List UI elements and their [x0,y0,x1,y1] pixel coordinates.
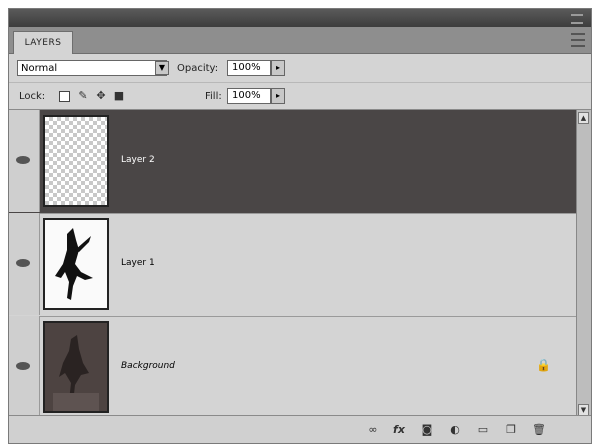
new-group-icon[interactable]: ▭ [475,422,491,438]
dancer-photo-icon [45,323,107,411]
layer-thumbnail-transparent[interactable] [43,115,109,207]
tab-layers[interactable]: LAYERS [13,31,73,54]
lock-image-pixels-icon[interactable]: ✎ [77,90,89,102]
lock-badge-icon: 🔒 [536,358,551,372]
lock-position-icon[interactable]: ✥ [95,90,107,102]
layer-thumbnail-dancer-photo[interactable] [43,321,109,413]
scroll-up-arrow-icon[interactable]: ▲ [578,112,589,124]
layer-style-fx-icon[interactable]: fx [391,422,407,438]
new-layer-icon[interactable]: ❐ [503,422,519,438]
blend-mode-dropdown-icon[interactable]: ▼ [155,61,169,75]
layer-row-background[interactable]: Background 🔒 [9,316,577,420]
lock-all-icon[interactable]: ■ [113,90,125,102]
dancer-silhouette-icon [55,228,93,300]
blend-mode-select[interactable]: Normal [17,60,167,76]
layers-bottom-toolbar: ∞ fx ◙ ◐ ▭ ❐ 🗑 [9,415,591,443]
blend-options-row: Normal ▼ Opacity: 100% ▸ [9,54,591,83]
adjustment-layer-icon[interactable]: ◐ [447,422,463,438]
lock-options-row: Lock: ✎ ✥ ■ Fill: 100% ▸ [9,83,591,110]
link-layers-icon[interactable]: ∞ [365,422,381,438]
lock-transparent-pixels-icon[interactable] [59,91,70,102]
fill-slider-arrow-icon[interactable]: ▸ [271,88,285,104]
layers-scrollbar[interactable]: ▲ ▼ [576,110,591,418]
panel-title-bar[interactable] [9,9,591,27]
opacity-label: Opacity: [177,63,219,74]
opacity-input[interactable]: 100% [227,60,271,76]
delete-layer-icon[interactable]: 🗑 [531,422,547,438]
layer-name[interactable]: Background [121,361,175,371]
layer-row-layer-2[interactable]: Layer 2 [9,110,577,214]
collapse-grip-icon[interactable] [571,14,583,24]
opacity-slider-arrow-icon[interactable]: ▸ [271,60,285,76]
fill-input[interactable]: 100% [227,88,271,104]
eye-icon[interactable] [16,259,30,267]
layer-name[interactable]: Layer 1 [121,258,155,268]
fill-label: Fill: [205,91,222,102]
eye-icon[interactable] [16,156,30,164]
visibility-toggle[interactable] [9,316,40,418]
layers-panel: LAYERS Normal ▼ Opacity: 100% ▸ Lock: ✎ … [8,8,592,444]
lock-label: Lock: [19,91,46,102]
panel-tab-row: LAYERS [9,27,591,54]
layers-list: Layer 2 Layer 1 Background 🔒 [9,110,577,420]
visibility-toggle[interactable] [9,213,40,315]
layer-name[interactable]: Layer 2 [121,155,155,165]
layer-mask-icon[interactable]: ◙ [419,422,435,438]
layer-thumbnail-dancer-silhouette[interactable] [43,218,109,310]
panel-menu-icon[interactable] [571,33,585,47]
eye-icon[interactable] [16,362,30,370]
visibility-toggle[interactable] [9,110,40,212]
layer-row-layer-1[interactable]: Layer 1 [9,213,577,317]
